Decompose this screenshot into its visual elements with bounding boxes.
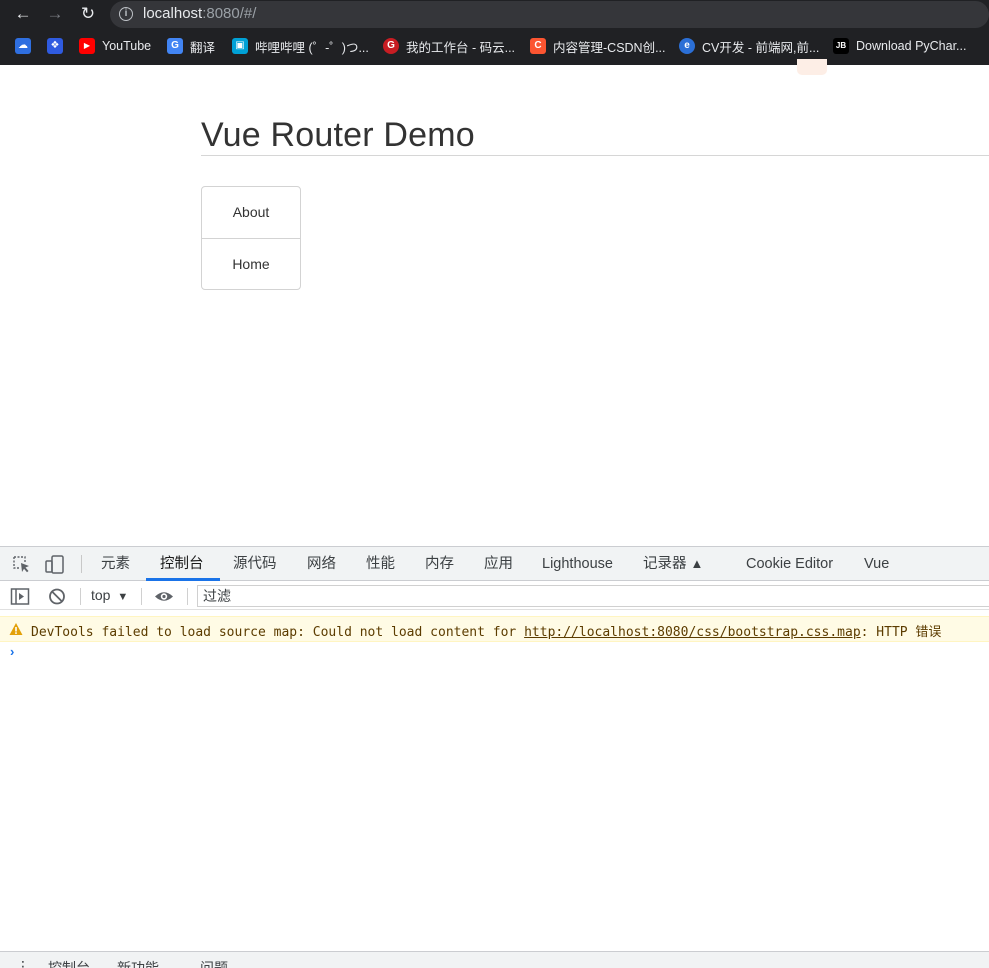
dropdown-arrow-icon: ▼	[117, 591, 129, 603]
router-nav: About Home	[201, 186, 301, 290]
baidu-cloud-icon: ☁	[15, 38, 31, 54]
console-warning-message: DevTools failed to load source map: Coul…	[0, 616, 989, 642]
tab-elements[interactable]: 元素	[101, 547, 130, 581]
device-toolbar-icon[interactable]	[45, 555, 65, 574]
tab-vue[interactable]: Vue	[864, 547, 889, 581]
devtools-tab-bar: 元素 控制台 源代码 网络 性能 内存 应用 Lighthouse 记录器 ▲ …	[0, 547, 989, 581]
floating-badge	[797, 59, 827, 75]
context-selector[interactable]: top ▼	[91, 587, 128, 603]
nav-link-home[interactable]: Home	[202, 238, 300, 289]
address-bar[interactable]: i localhost:8080/#/	[110, 1, 989, 28]
google-translate-icon: G	[167, 38, 183, 54]
url-text: localhost:8080/#/	[143, 5, 256, 22]
browser-chrome: ← → ↻ i localhost:8080/#/ ☁ ❖ ▶ YouTube G…	[0, 0, 989, 65]
tab-application[interactable]: 应用	[484, 547, 513, 581]
bookmark-label: 我的工作台 - 码云...	[406, 40, 516, 55]
clear-console-icon[interactable]	[47, 587, 67, 606]
url-path: :8080/#/	[202, 5, 257, 22]
bookmark-csdn[interactable]: C 内容管理-CSDN创...	[530, 37, 666, 55]
warning-suffix: : HTTP 错误	[860, 625, 942, 640]
tab-memory[interactable]: 内存	[425, 547, 454, 581]
navigation-bar: ← → ↻ i localhost:8080/#/	[0, 0, 989, 29]
filter-input[interactable]: 过滤	[197, 585, 989, 607]
bookmark-bilibili[interactable]: ▣ 哔哩哔哩 (゜-゜)つ...	[232, 37, 369, 55]
bookmark-baidu-cloud[interactable]: ☁	[15, 37, 38, 55]
warning-icon	[9, 623, 23, 635]
console-toolbar: top ▼ 过滤	[0, 582, 989, 610]
youtube-icon: ▶	[79, 38, 95, 54]
bookmark-label: 内容管理-CSDN创...	[553, 40, 666, 55]
tab-network[interactable]: 网络	[307, 547, 336, 581]
active-tab-indicator	[146, 578, 220, 581]
sidebar-toggle-icon[interactable]	[10, 587, 30, 606]
baidu-icon: ❖	[47, 38, 63, 54]
bookmark-cv-dev[interactable]: e CV开发 - 前端网,前...	[679, 37, 819, 55]
tab-performance[interactable]: 性能	[366, 547, 395, 581]
live-expression-eye-icon[interactable]	[154, 587, 174, 606]
warning-prefix: DevTools failed to load source map: Coul…	[31, 625, 525, 640]
toolbar-separator	[80, 588, 81, 605]
tab-recorder[interactable]: 记录器 ▲	[643, 547, 703, 581]
back-icon[interactable]: ←	[11, 3, 35, 25]
tab-sources[interactable]: 源代码	[233, 547, 277, 581]
bookmark-youtube[interactable]: ▶ YouTube	[79, 37, 151, 55]
warning-text: DevTools failed to load source map: Coul…	[31, 621, 941, 640]
page-title: Vue Router Demo	[201, 116, 475, 154]
nav-link-about[interactable]: About	[202, 187, 300, 238]
reload-icon[interactable]: ↻	[76, 3, 100, 25]
bookmarks-bar: ☁ ❖ ▶ YouTube G 翻译 ▣ 哔哩哔哩 (゜-゜)つ... G 我的工作台 …	[0, 33, 989, 60]
site-info-icon[interactable]: i	[119, 7, 133, 21]
tab-console[interactable]: 控制台	[160, 547, 204, 581]
bookmark-label: 哔哩哔哩 (゜-゜)つ...	[255, 40, 369, 55]
url-host: localhost	[143, 5, 203, 22]
tab-cookie-editor[interactable]: Cookie Editor	[746, 547, 833, 581]
forward-icon[interactable]: →	[43, 3, 67, 25]
context-label: top	[91, 587, 111, 603]
bilibili-icon: ▣	[232, 38, 248, 54]
bookmark-label: 翻译	[190, 40, 216, 55]
jetbrains-icon: JB	[833, 38, 849, 54]
bookmark-gitee[interactable]: G 我的工作台 - 码云...	[383, 37, 515, 55]
gitee-icon: G	[383, 38, 399, 54]
page-viewport: Vue Router Demo About Home	[0, 59, 989, 546]
toolbar-separator	[187, 588, 188, 605]
devtools-panel: 元素 控制台 源代码 网络 性能 内存 应用 Lighthouse 记录器 ▲ …	[0, 546, 989, 968]
console-prompt[interactable]: ›	[10, 644, 14, 659]
flask-icon: ▲	[690, 556, 704, 571]
tab-separator	[81, 555, 82, 573]
tab-lighthouse[interactable]: Lighthouse	[542, 547, 613, 581]
tab-recorder-label: 记录器	[643, 556, 687, 572]
bookmark-label: Download PyChar...	[856, 39, 967, 53]
csdn-icon: C	[530, 38, 546, 54]
devtools-drawer-tabs: ⋮ 控制台 新功能 问题	[0, 951, 989, 968]
bookmark-label: CV开发 - 前端网,前...	[702, 40, 820, 55]
cv-dev-icon: e	[679, 38, 695, 54]
bookmark-pycharm[interactable]: JB Download PyChar...	[833, 37, 966, 55]
bookmark-label: YouTube	[102, 39, 152, 53]
bookmark-translate[interactable]: G 翻译	[167, 37, 215, 55]
toolbar-separator	[141, 588, 142, 605]
source-map-link[interactable]: http://localhost:8080/css/bootstrap.css.…	[524, 625, 861, 640]
bookmark-baidu[interactable]: ❖	[47, 37, 70, 55]
inspect-element-icon[interactable]	[12, 555, 32, 574]
title-divider	[201, 155, 989, 156]
